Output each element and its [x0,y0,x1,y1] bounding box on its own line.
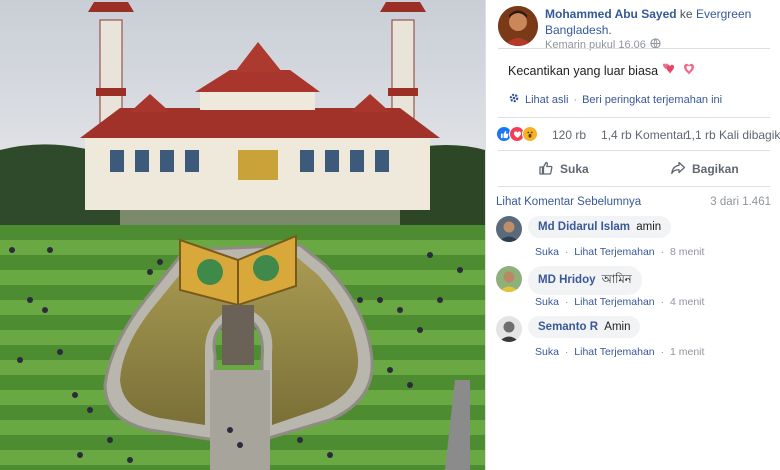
commenter-name[interactable]: Md Didarul Islam [538,221,630,233]
post-timestamp[interactable]: Kemarin pukul 16.06 [545,39,646,51]
comment-translate-link[interactable]: Lihat Terjemahan [574,246,654,258]
comment-separator: · [660,346,665,358]
actions-divider [498,186,770,187]
separator-dot: · [573,93,578,106]
header-divider [498,48,770,49]
comment-actions: Suka · Lihat Terjemahan · 1 menit [535,346,704,358]
commenter-avatar[interactable] [496,266,522,292]
comment-item: Semanto R Amin Suka · Lihat Terjemahan ·… [496,316,771,362]
post-panel: Mohammed Abu Sayed ke Evergreen Banglade… [485,0,780,470]
post-actions: Suka Bagikan [498,154,770,184]
comment-bubble: Semanto R Amin [528,316,641,338]
comment-separator: · [564,296,569,308]
reaction-icons[interactable] [496,126,538,142]
comment-text: amin [636,221,662,233]
author-line: Mohammed Abu Sayed ke Evergreen Banglade… [545,6,773,38]
comment-separator: · [564,346,569,358]
share-label: Bagikan [692,162,739,176]
thumbs-up-icon [538,160,554,179]
see-original-link[interactable]: Lihat asli [525,94,568,106]
share-arrow-icon [670,160,686,179]
comment-translate-link[interactable]: Lihat Terjemahan [574,346,654,358]
post-photo[interactable] [0,0,485,470]
comment-separator: · [660,246,665,258]
comment-time[interactable]: 1 menit [670,346,704,358]
commenter-name[interactable]: MD Hridoy [538,274,596,286]
body-divider [498,117,770,118]
rate-translation-link[interactable]: Beri peringkat terjemahan ini [582,94,722,106]
author-avatar[interactable] [498,6,538,46]
like-label: Suka [560,162,589,176]
comment-bubble: MD Hridoy আমিন [528,266,642,295]
commenter-avatar[interactable] [496,316,522,342]
gear-icon[interactable] [508,92,520,107]
mosque-plaza-image [0,0,485,470]
reactions-divider [498,150,770,151]
author-arrow-text: ke [679,7,693,21]
comment-time[interactable]: 8 menit [670,246,704,258]
post-header: Mohammed Abu Sayed ke Evergreen Banglade… [498,6,773,52]
reactions-summary: 120 rb 1,4 rb Komentar 1,1 rb Kali dibag… [496,126,780,144]
two-hearts-emoji-icon [662,62,678,79]
post-text: Kecantikan yang luar biasa [508,63,659,78]
previous-comments-link[interactable]: Lihat Komentar Sebelumnya [496,196,641,208]
reaction-count[interactable]: 120 rb [552,128,586,142]
commenter-name[interactable]: Semanto R [538,321,598,333]
post-body: Kecantikan yang luar biasa [508,62,696,79]
comment-separator: · [660,296,665,308]
comment-text: আমিন [601,274,632,286]
author-name[interactable]: Mohammed Abu Sayed [545,7,677,21]
translation-row: Lihat asli · Beri peringkat terjemahan i… [508,92,722,107]
comment-like-link[interactable]: Suka [535,296,559,308]
comment-actions: Suka · Lihat Terjemahan · 8 menit [535,246,704,258]
comment-item: Md Didarul Islam amin Suka · Lihat Terje… [496,216,771,262]
comment-text: Amin [604,321,631,333]
growing-heart-emoji-icon [682,62,696,79]
share-count[interactable]: 1,1 rb Kali dibagikan [685,128,780,142]
comment-like-link[interactable]: Suka [535,346,559,358]
commenter-avatar[interactable] [496,216,522,242]
like-button[interactable]: Suka [538,154,589,184]
post-meta: Kemarin pukul 16.06 [545,38,661,52]
comment-actions: Suka · Lihat Terjemahan · 4 menit [535,296,704,308]
comment-count[interactable]: 1,4 rb Komentar [601,128,687,142]
author-line-end: . [608,23,612,37]
comments-count: 3 dari 1.461 [710,196,771,208]
comment-translate-link[interactable]: Lihat Terjemahan [574,296,654,308]
comment-bubble: Md Didarul Islam amin [528,216,672,238]
comment-time[interactable]: 4 menit [670,296,704,308]
comment-like-link[interactable]: Suka [535,246,559,258]
globe-icon [650,38,661,52]
share-button[interactable]: Bagikan [670,154,739,184]
wow-icon [522,126,538,142]
comment-separator: · [564,246,569,258]
comment-item: MD Hridoy আমিন Suka · Lihat Terjemahan ·… [496,266,771,312]
